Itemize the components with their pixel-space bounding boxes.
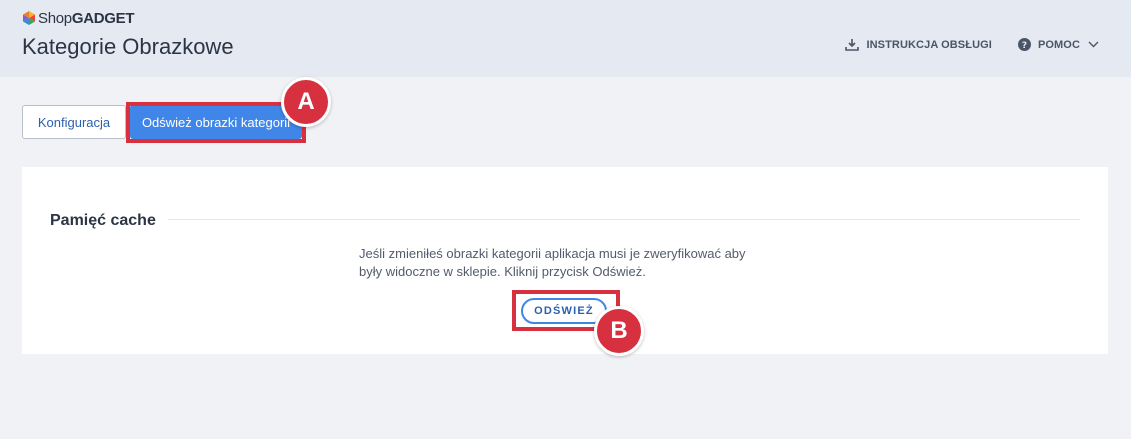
logo-gadget-text: GADGET bbox=[71, 9, 135, 27]
refresh-cache-button[interactable]: ODŚWIEŻ bbox=[521, 298, 607, 324]
cache-panel: Pamięć cache Jeśli zmieniłeś obrazki kat… bbox=[22, 167, 1108, 354]
chevron-down-icon bbox=[1088, 41, 1099, 48]
logo-shop-text: Shop bbox=[38, 9, 72, 27]
shopgadget-logo: Shop GADGET bbox=[22, 9, 135, 27]
section-divider bbox=[168, 219, 1080, 220]
logo-mark-icon bbox=[23, 11, 35, 25]
manual-link-label: INSTRUKCJA OBSŁUGI bbox=[866, 38, 992, 51]
header-actions: INSTRUKCJA OBSŁUGI ? POMOC bbox=[845, 38, 1099, 51]
app-header: Shop GADGET Kategorie Obrazkowe INSTRUKCJ… bbox=[0, 0, 1131, 77]
section-title: Pamięć cache bbox=[50, 212, 156, 229]
manual-link[interactable]: INSTRUKCJA OBSŁUGI bbox=[845, 38, 992, 51]
svg-text:?: ? bbox=[1022, 41, 1027, 51]
help-menu[interactable]: ? POMOC bbox=[1017, 38, 1099, 51]
download-icon bbox=[845, 39, 860, 51]
cache-description: Jeśli zmieniłeś obrazki kategorii aplika… bbox=[359, 246, 746, 279]
annotation-badge-b: B bbox=[594, 306, 644, 356]
refresh-category-images-button[interactable]: Odśwież obrazki kategorii bbox=[130, 105, 302, 139]
question-circle-icon: ? bbox=[1017, 38, 1031, 51]
page-title: Kategorie Obrazkowe bbox=[22, 34, 234, 59]
help-menu-label: POMOC bbox=[1037, 38, 1080, 51]
annotation-badge-a: A bbox=[281, 77, 331, 127]
config-button[interactable]: Konfiguracja bbox=[22, 105, 126, 139]
cache-description-wrap: Jeśli zmieniłeś obrazki kategorii aplika… bbox=[22, 245, 1108, 281]
